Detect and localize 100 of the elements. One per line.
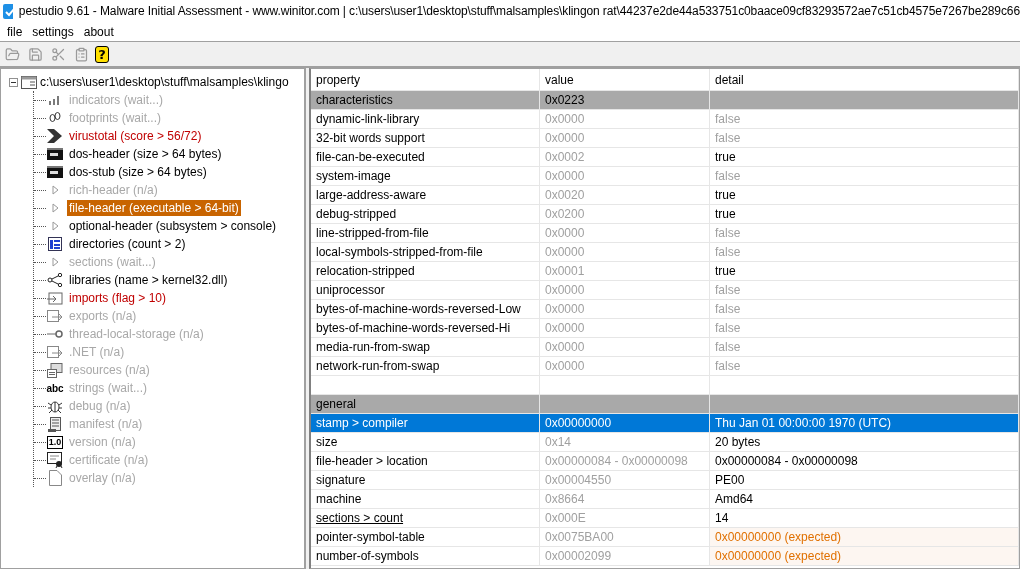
- detail-cell: Amd64: [710, 490, 1019, 509]
- bug-icon: [47, 398, 63, 414]
- tree-item[interactable]: dos-stub (size > 64 bytes): [67, 164, 209, 180]
- export-icon: [47, 345, 63, 359]
- tree-item[interactable]: directories (count > 2): [67, 236, 188, 252]
- property-cell: file-header > location: [311, 452, 540, 471]
- value-cell: 0x8664: [540, 490, 710, 509]
- detail-cell: false: [710, 110, 1019, 129]
- detail-cell: false: [710, 243, 1019, 262]
- detail-cell: 0x00000084 - 0x00000098: [710, 452, 1019, 471]
- value-cell: 0x0000: [540, 319, 710, 338]
- tree-item[interactable]: imports (flag > 10): [67, 290, 169, 306]
- property-cell: machine: [311, 490, 540, 509]
- scroll-icon: [48, 416, 62, 432]
- scissors-icon: [50, 46, 66, 62]
- detail-cell: true: [710, 205, 1019, 224]
- menu-item[interactable]: settings: [29, 24, 81, 39]
- detail-cell: false: [710, 281, 1019, 300]
- property-cell: line-stripped-from-file: [311, 224, 540, 243]
- share-nodes-icon: [47, 273, 63, 287]
- console-icon: [47, 166, 63, 178]
- tree-item[interactable]: optional-header (subsystem > console): [67, 218, 279, 234]
- chevron-icon: [51, 257, 59, 267]
- property-link[interactable]: sections > count: [311, 509, 540, 528]
- resources-icon: [47, 362, 63, 378]
- value-cell: 0x00004550: [540, 471, 710, 490]
- detail-cell: false: [710, 300, 1019, 319]
- tree-item[interactable]: dos-header (size > 64 bytes): [67, 146, 224, 162]
- property-cell: pointer-symbol-table: [311, 528, 540, 547]
- collapse-icon[interactable]: [9, 77, 18, 87]
- value-cell: 0x0000: [540, 129, 710, 148]
- detail-cell: 20 bytes: [710, 433, 1019, 452]
- page-icon: [48, 470, 62, 486]
- value-cell: 0x0001: [540, 262, 710, 281]
- value-cell: 0x0000: [540, 300, 710, 319]
- property-cell: size: [311, 433, 540, 452]
- property-cell: relocation-stripped: [311, 262, 540, 281]
- detail-cell: false: [710, 224, 1019, 243]
- import-icon: [47, 291, 63, 305]
- clipboard-icon: [73, 46, 89, 62]
- value-cell: 0x0000: [540, 167, 710, 186]
- detail-cell: 14: [710, 509, 1019, 528]
- table-icon: [48, 237, 62, 251]
- section-header: general: [311, 395, 540, 414]
- value-cell: 0x00002099: [540, 547, 710, 566]
- save-icon: [27, 46, 43, 62]
- window-icon: [21, 75, 37, 89]
- detail-cell: false: [710, 167, 1019, 186]
- app-check-icon: [3, 3, 13, 19]
- export-icon: [47, 309, 63, 323]
- detail-cell: Thu Jan 01 00:00:00 1970 (UTC): [710, 414, 1019, 433]
- property-cell: bytes-of-machine-words-reversed-Low: [311, 300, 540, 319]
- property-cell: file-can-be-executed: [311, 148, 540, 167]
- bar-chart-icon: [48, 95, 62, 105]
- tree-item[interactable]: libraries (name > kernel32.dll): [67, 272, 230, 288]
- value-cell: 0x0000: [540, 243, 710, 262]
- property-cell: system-image: [311, 167, 540, 186]
- detail-cell: 0x00000000 (expected): [710, 547, 1019, 566]
- property-cell: uniprocessor: [311, 281, 540, 300]
- menu-item[interactable]: file: [4, 24, 30, 39]
- value-cell: 0x0200: [540, 205, 710, 224]
- value-cell: 0x0002: [540, 148, 710, 167]
- section-header: characteristics: [311, 91, 540, 110]
- property-cell: bytes-of-machine-words-reversed-Hi: [311, 319, 540, 338]
- value-cell: 0x0000: [540, 338, 710, 357]
- tree-root-label[interactable]: c:\users\user1\desktop\stuff\malsamples\klingo: [40, 75, 289, 89]
- detail-cell: false: [710, 319, 1019, 338]
- menu-item[interactable]: about: [80, 24, 121, 39]
- property-cell: media-run-from-swap: [311, 338, 540, 357]
- certificate-icon: [47, 452, 63, 468]
- detail-cell: 0x00000000 (expected): [710, 528, 1019, 547]
- value-cell: 0x0000: [540, 110, 710, 129]
- text-icon: abc: [46, 382, 64, 394]
- value-cell: 0x00000000: [540, 414, 710, 433]
- version-icon: 1.0: [46, 435, 64, 449]
- property-cell: dynamic-link-library: [311, 110, 540, 129]
- tree-item[interactable]: file-header (executable > 64-bit): [67, 200, 241, 216]
- property-cell: 32-bit words support: [311, 129, 540, 148]
- property-cell: network-run-from-swap: [311, 357, 540, 376]
- property-cell: stamp > compiler: [311, 414, 540, 433]
- folder-icon: [4, 46, 20, 62]
- value-cell: 0x14: [540, 433, 710, 452]
- detail-cell: false: [710, 357, 1019, 376]
- footprints-icon: [49, 111, 61, 125]
- value-cell: 0x00000084 - 0x00000098: [540, 452, 710, 471]
- value-cell: 0x0000: [540, 281, 710, 300]
- tree-item[interactable]: virustotal (score > 56/72): [67, 128, 204, 144]
- value-cell: 0x0223: [540, 91, 710, 110]
- property-cell: debug-stripped: [311, 205, 540, 224]
- key-icon: [47, 330, 63, 338]
- property-cell: signature: [311, 471, 540, 490]
- value-cell: 0x000E: [540, 509, 710, 528]
- detail-cell: false: [710, 129, 1019, 148]
- value-cell: 0x0075BA00: [540, 528, 710, 547]
- property-cell: local-symbols-stripped-from-file: [311, 243, 540, 262]
- detail-cell: PE00: [710, 471, 1019, 490]
- help-button[interactable]: ?: [95, 45, 109, 63]
- chevron-arrow-icon: [47, 128, 63, 144]
- value-cell: 0x0020: [540, 186, 710, 205]
- window-title: pestudio 9.61 - Malware Initial Assessment - www.winitor.com | c:\users\user1\desktop\stuff\malsamples\klingon rat\44237e2de44a533751c0baace09cf83293572ae7c51cb4575e7267be289c66: [18, 4, 1020, 18]
